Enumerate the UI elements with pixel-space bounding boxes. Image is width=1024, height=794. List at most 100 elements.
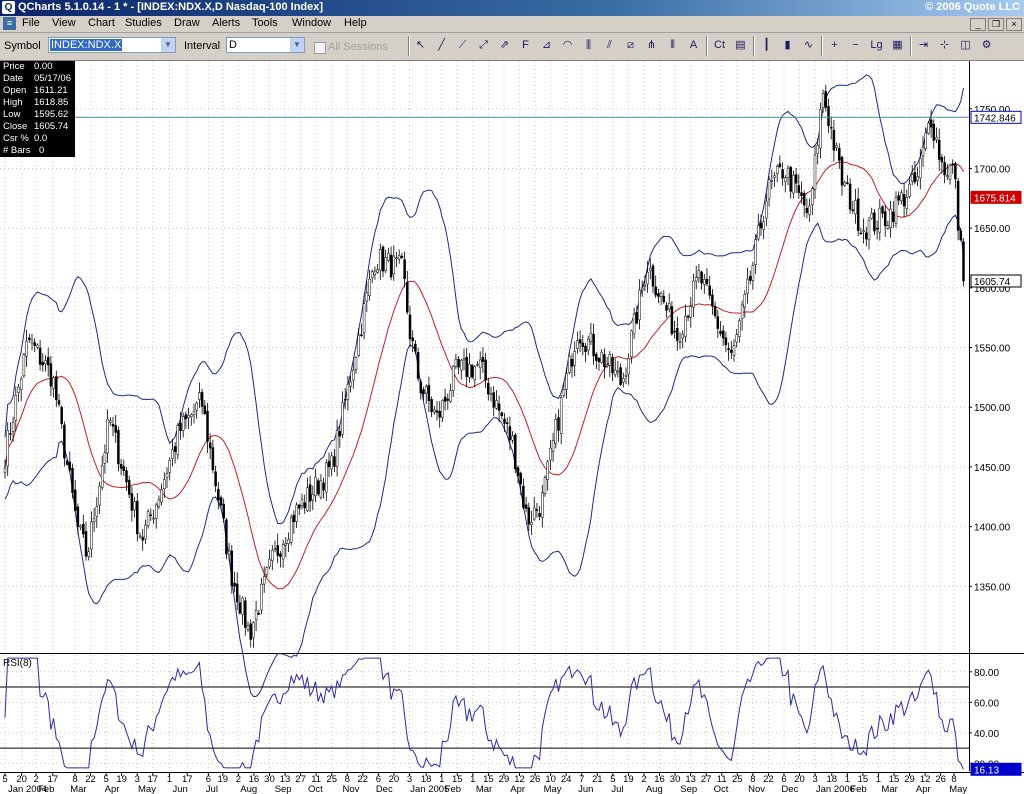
candle-body bbox=[289, 517, 293, 543]
candle-body bbox=[389, 254, 393, 278]
zoom-in-icon[interactable]: + bbox=[826, 37, 843, 54]
menu-help[interactable]: Help bbox=[342, 16, 369, 32]
pointer-icon[interactable]: ↖ bbox=[412, 37, 429, 54]
arrow-icon[interactable]: ⇗ bbox=[496, 37, 513, 54]
candle-body bbox=[889, 208, 892, 228]
line-chart-icon[interactable]: ∿ bbox=[800, 37, 817, 54]
candle-body bbox=[233, 582, 236, 587]
price-tick-label: 1650.00 bbox=[974, 224, 1011, 235]
candle-body bbox=[921, 146, 925, 157]
candle-body bbox=[694, 277, 698, 282]
pitchfork-icon[interactable]: ⋔ bbox=[643, 37, 660, 54]
minimize-button[interactable]: _ bbox=[970, 18, 986, 31]
cycle-lines-icon[interactable]: ⦀ bbox=[664, 37, 681, 54]
candle-body bbox=[627, 358, 630, 375]
candle-body bbox=[584, 345, 587, 352]
zoom-out-icon[interactable]: − bbox=[847, 37, 864, 54]
print-icon[interactable]: ▤ bbox=[732, 37, 749, 54]
symbol-input[interactable]: INDEX:NDX.X bbox=[50, 39, 123, 51]
menu-tools[interactable]: Tools bbox=[250, 16, 280, 32]
candle-body bbox=[600, 352, 603, 363]
candle-body bbox=[843, 181, 846, 186]
candle-body bbox=[730, 349, 733, 353]
menu-view[interactable]: View bbox=[50, 16, 78, 32]
gann-icon[interactable]: ⫼ bbox=[580, 37, 597, 54]
ct-icon[interactable]: Ct bbox=[711, 37, 728, 54]
line-extend-icon[interactable]: ⤢ bbox=[475, 37, 492, 54]
candle-body bbox=[424, 386, 428, 394]
candle-body bbox=[573, 351, 576, 366]
candle-body bbox=[287, 539, 290, 544]
candle-body bbox=[586, 338, 590, 351]
candle-body bbox=[538, 513, 541, 517]
candle-body bbox=[387, 253, 390, 261]
candle-body bbox=[308, 484, 312, 502]
text-tool-icon[interactable]: A bbox=[685, 37, 702, 54]
detach-icon[interactable]: ◫ bbox=[957, 37, 974, 54]
price-tick-label: 1400.00 bbox=[974, 523, 1011, 534]
restore-button[interactable]: ❐ bbox=[988, 18, 1004, 31]
all-sessions-checkbox[interactable] bbox=[314, 42, 326, 54]
candle-body bbox=[924, 132, 927, 149]
close-button[interactable]: × bbox=[1006, 18, 1022, 31]
candle-body bbox=[119, 463, 123, 469]
time-tick-label: 27 bbox=[295, 774, 306, 785]
candle-body bbox=[800, 192, 803, 196]
fib-fan-icon[interactable]: ⊿ bbox=[538, 37, 555, 54]
scroll-right-icon[interactable]: ⇥ bbox=[915, 37, 932, 54]
menu-alerts[interactable]: Alerts bbox=[210, 16, 242, 32]
candle-chart-icon[interactable]: ▮ bbox=[779, 37, 796, 54]
candle-body bbox=[595, 354, 598, 361]
menu-window[interactable]: Window bbox=[290, 16, 333, 32]
menu-studies[interactable]: Studies bbox=[123, 16, 164, 32]
candle-body bbox=[165, 473, 169, 478]
candle-body bbox=[73, 489, 77, 511]
chart-canvas[interactable]: 1350.001400.001450.001500.001550.001600.… bbox=[0, 61, 1024, 794]
chevron-down-icon[interactable]: ▼ bbox=[290, 38, 304, 52]
candle-body bbox=[30, 339, 34, 344]
trendline-icon[interactable]: ╱ bbox=[433, 37, 450, 54]
candle-body bbox=[379, 249, 382, 271]
candle-body bbox=[60, 407, 63, 425]
document-icon[interactable]: ≡ bbox=[3, 17, 16, 30]
candle-body bbox=[616, 370, 620, 373]
candle-body bbox=[352, 369, 355, 381]
candle-body bbox=[748, 275, 752, 281]
chart-area[interactable]: 1350.00 1400.00 1450.00 1500.00 1550.00 1600.… bbox=[0, 61, 1024, 794]
fib-arcs-icon[interactable]: ◠ bbox=[559, 37, 576, 54]
regression-icon[interactable]: ⧄ bbox=[622, 37, 639, 54]
candle-body bbox=[416, 352, 420, 379]
menu-draw[interactable]: Draw bbox=[172, 16, 202, 32]
symbol-combo[interactable]: INDEX:NDX.X ▼ bbox=[48, 37, 176, 53]
menu-file[interactable]: File bbox=[20, 16, 42, 32]
candle-body bbox=[765, 200, 768, 219]
crosshair-icon[interactable]: ⊹ bbox=[936, 37, 953, 54]
candle-body bbox=[943, 162, 946, 176]
candle-body bbox=[535, 509, 539, 511]
candle-body bbox=[613, 369, 617, 375]
channel-icon[interactable]: ⫽ bbox=[601, 37, 618, 54]
candle-body bbox=[349, 381, 352, 387]
menu-chart[interactable]: Chart bbox=[86, 16, 117, 32]
properties-icon[interactable]: ⚙ bbox=[978, 37, 995, 54]
fibonacci-icon[interactable]: F bbox=[517, 37, 534, 54]
info-label: Low bbox=[3, 109, 21, 120]
info-value: 0 bbox=[39, 145, 45, 156]
info-label: Open bbox=[3, 85, 27, 96]
candle-body bbox=[962, 241, 965, 282]
ray-icon[interactable]: ⟋ bbox=[454, 37, 471, 54]
candle-body bbox=[495, 400, 498, 409]
bar-chart-icon[interactable]: ┃ bbox=[758, 37, 775, 54]
log-scale-icon[interactable]: Lg bbox=[868, 37, 885, 54]
candle-body bbox=[932, 123, 936, 141]
candle-body bbox=[222, 503, 225, 519]
candle-body bbox=[892, 211, 895, 223]
candle-body bbox=[217, 488, 220, 501]
candle-body bbox=[470, 364, 474, 378]
chevron-down-icon[interactable]: ▼ bbox=[161, 38, 175, 52]
grid-icon[interactable]: ▦ bbox=[889, 37, 906, 54]
interval-input[interactable]: D bbox=[228, 39, 238, 51]
rsi-tick-label: 40.00 bbox=[974, 729, 999, 740]
interval-combo[interactable]: D ▼ bbox=[226, 37, 305, 53]
candle-body bbox=[900, 192, 903, 202]
